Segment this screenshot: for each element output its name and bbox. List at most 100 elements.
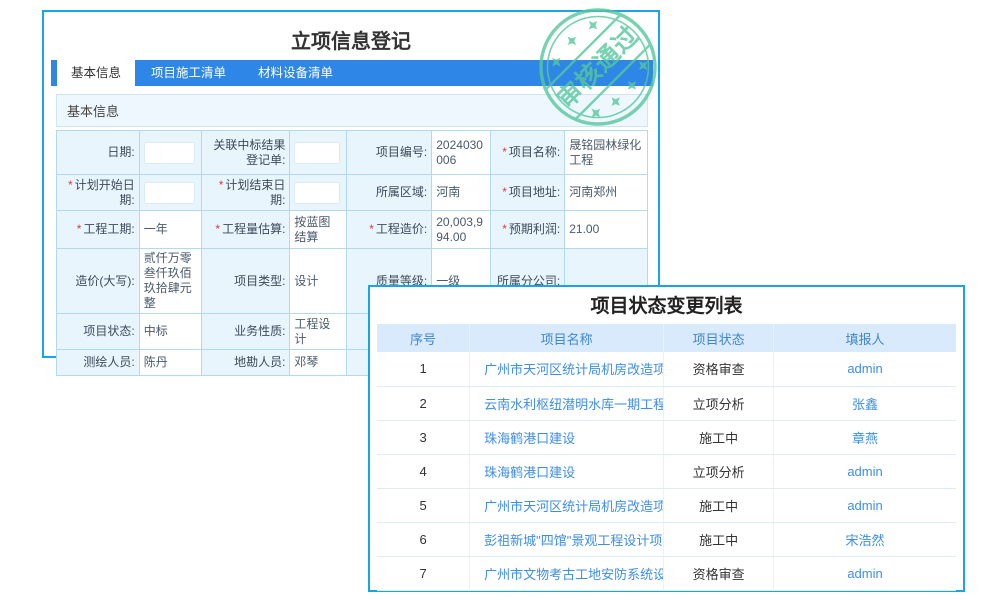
form-label: 项目状态:	[83, 324, 134, 338]
status-row-name-cell: 广州市天河区统计局机房改造项目	[470, 488, 664, 522]
required-asterisk: *	[77, 222, 82, 236]
status-row-reporter-cell: admin	[774, 556, 956, 590]
form-label-cell: *计划开始日期:	[57, 175, 140, 211]
status-row: 6彭祖新城"四馆"景观工程设计项目施工中宋浩然	[377, 522, 956, 556]
status-table: 序号项目名称项目状态填报人 1 广州市天河区统计局机房改造项目资格审查 admin 2…	[377, 324, 956, 591]
form-row: *工程工期:一年*工程量估算:按蓝图结算*工程造价:20,003,994.00*…	[57, 211, 648, 249]
status-panel-title: 项目状态变更列表	[370, 287, 963, 324]
status-col-header: 项目状态	[664, 324, 774, 352]
status-row-status: 立项分析	[664, 454, 774, 488]
status-row-no: 2	[377, 386, 470, 420]
project-name-link[interactable]: 珠海鹤港口建设	[484, 465, 575, 480]
form-input[interactable]	[144, 182, 195, 204]
required-asterisk: *	[502, 145, 507, 159]
form-value-cell	[290, 131, 346, 175]
project-name-link[interactable]: 广州市文物考古工地安防系统设备保修	[484, 567, 663, 582]
reporter-link[interactable]: 宋浩然	[846, 533, 885, 548]
form-label-cell: 项目类型:	[201, 249, 290, 314]
status-col-header: 填报人	[774, 324, 956, 352]
form-label-cell: 所属区域:	[346, 175, 432, 211]
form-label-cell: *工程量估算:	[201, 211, 290, 249]
status-row-name-cell: 广州市天河区统计局机房改造项目	[470, 352, 664, 386]
status-row-name-cell: 珠海鹤港口建设	[470, 420, 664, 454]
status-row-reporter-cell: admin	[774, 488, 956, 522]
form-label-cell: 造价(大写):	[57, 249, 140, 314]
project-name-link[interactable]: 彭祖新城"四馆"景观工程设计项目	[484, 533, 663, 548]
status-row-no: 5	[377, 488, 470, 522]
status-row-no: 7	[377, 556, 470, 590]
status-change-panel: 项目状态变更列表 序号项目名称项目状态填报人 1 广州市天河区统计局机房改造项目资…	[368, 285, 965, 592]
tab-item[interactable]: 项目施工清单	[135, 60, 242, 86]
form-row: *计划开始日期:*计划结束日期:所属区域:河南*项目地址:河南郑州	[57, 175, 648, 211]
form-label-cell: *项目名称:	[491, 131, 565, 175]
form-label: 计划开始日期:	[75, 178, 135, 207]
form-label: 预期利润:	[509, 222, 560, 236]
required-asterisk: *	[369, 222, 374, 236]
status-row-no: 6	[377, 522, 470, 556]
form-label: 关联中标结果登记单:	[213, 138, 285, 167]
reporter-link[interactable]: admin	[847, 464, 882, 479]
status-row-status: 资格审查	[664, 556, 774, 590]
status-row-reporter-cell: 宋浩然	[774, 522, 956, 556]
form-label-cell: *预期利润:	[491, 211, 565, 249]
status-row-name-cell: 云南水利枢纽潜明水库一期工程施工I标	[470, 386, 664, 420]
form-label: 工程量估算:	[222, 222, 285, 236]
form-label-cell: 地勘人员:	[201, 350, 290, 376]
status-row-status: 施工中	[664, 488, 774, 522]
required-asterisk: *	[219, 178, 224, 192]
project-name-link[interactable]: 珠海鹤港口建设	[484, 431, 575, 446]
form-value-cell: 河南郑州	[565, 175, 648, 211]
form-value-cell: 20,003,994.00	[432, 211, 491, 249]
stamp-text: 审核通过	[551, 20, 645, 114]
form-label-cell: 项目状态:	[57, 314, 140, 350]
form-input[interactable]	[144, 142, 195, 164]
status-row: 1广州市天河区统计局机房改造项目资格审查admin	[377, 352, 956, 386]
form-label: 工程工期:	[83, 222, 134, 236]
project-name-link[interactable]: 广州市天河区统计局机房改造项目	[484, 499, 663, 514]
status-row: 2 云南水利枢纽潜明水库一期工程施工I标立项分析 张鑫	[377, 386, 956, 420]
reporter-link[interactable]: 张鑫	[852, 397, 878, 412]
status-row-no: 4	[377, 454, 470, 488]
required-asterisk: *	[502, 222, 507, 236]
required-asterisk: *	[215, 222, 220, 236]
form-label: 项目名称:	[509, 145, 560, 159]
project-name-link[interactable]: 云南水利枢纽潜明水库一期工程施工I标	[484, 397, 663, 412]
status-row-name-cell: 彭祖新城"四馆"景观工程设计项目	[470, 522, 664, 556]
form-label: 项目地址:	[509, 185, 560, 199]
form-label: 计划结束日期:	[225, 178, 285, 207]
form-label: 项目类型:	[234, 274, 285, 288]
status-row-no: 1	[377, 352, 470, 386]
tab-item[interactable]: 材料设备清单	[242, 60, 349, 86]
status-row-name-cell: 广州市文物考古工地安防系统设备保修	[470, 556, 664, 590]
status-row-no: 3	[377, 420, 470, 454]
form-row: 日期:关联中标结果登记单:项目编号:2024030006*项目名称:晟铭园林绿化…	[57, 131, 648, 175]
form-input[interactable]	[294, 142, 339, 164]
form-label: 地勘人员:	[234, 355, 285, 369]
form-value-cell: 中标	[139, 314, 201, 350]
form-label-cell: *项目地址:	[491, 175, 565, 211]
project-name-link[interactable]: 广州市天河区统计局机房改造项目	[484, 362, 663, 377]
form-label: 测绘人员:	[83, 355, 134, 369]
status-row-status: 立项分析	[664, 386, 774, 420]
status-col-header: 项目名称	[470, 324, 664, 352]
form-label-cell: 项目编号:	[346, 131, 432, 175]
form-value-cell: 邓琴	[290, 350, 346, 376]
status-row-name-cell: 珠海鹤港口建设	[470, 454, 664, 488]
status-row-reporter-cell: 章燕	[774, 420, 956, 454]
form-label: 业务性质:	[234, 324, 285, 338]
status-row: 5 广州市天河区统计局机房改造项目施工中 admin	[377, 488, 956, 522]
status-row-reporter-cell: 张鑫	[774, 386, 956, 420]
reporter-link[interactable]: admin	[847, 498, 882, 513]
status-col-header: 序号	[377, 324, 470, 352]
form-value-cell: 2024030006	[432, 131, 491, 175]
required-asterisk: *	[68, 178, 73, 192]
form-label: 工程造价:	[376, 222, 427, 236]
reporter-link[interactable]: admin	[847, 361, 882, 376]
reporter-link[interactable]: 章燕	[852, 431, 878, 446]
form-input[interactable]	[294, 182, 339, 204]
form-value-cell: 工程设计	[290, 314, 346, 350]
reporter-link[interactable]: admin	[847, 566, 882, 581]
form-value-cell	[139, 131, 201, 175]
form-label-cell: 日期:	[57, 131, 140, 175]
tab-active[interactable]: 基本信息	[57, 60, 135, 86]
